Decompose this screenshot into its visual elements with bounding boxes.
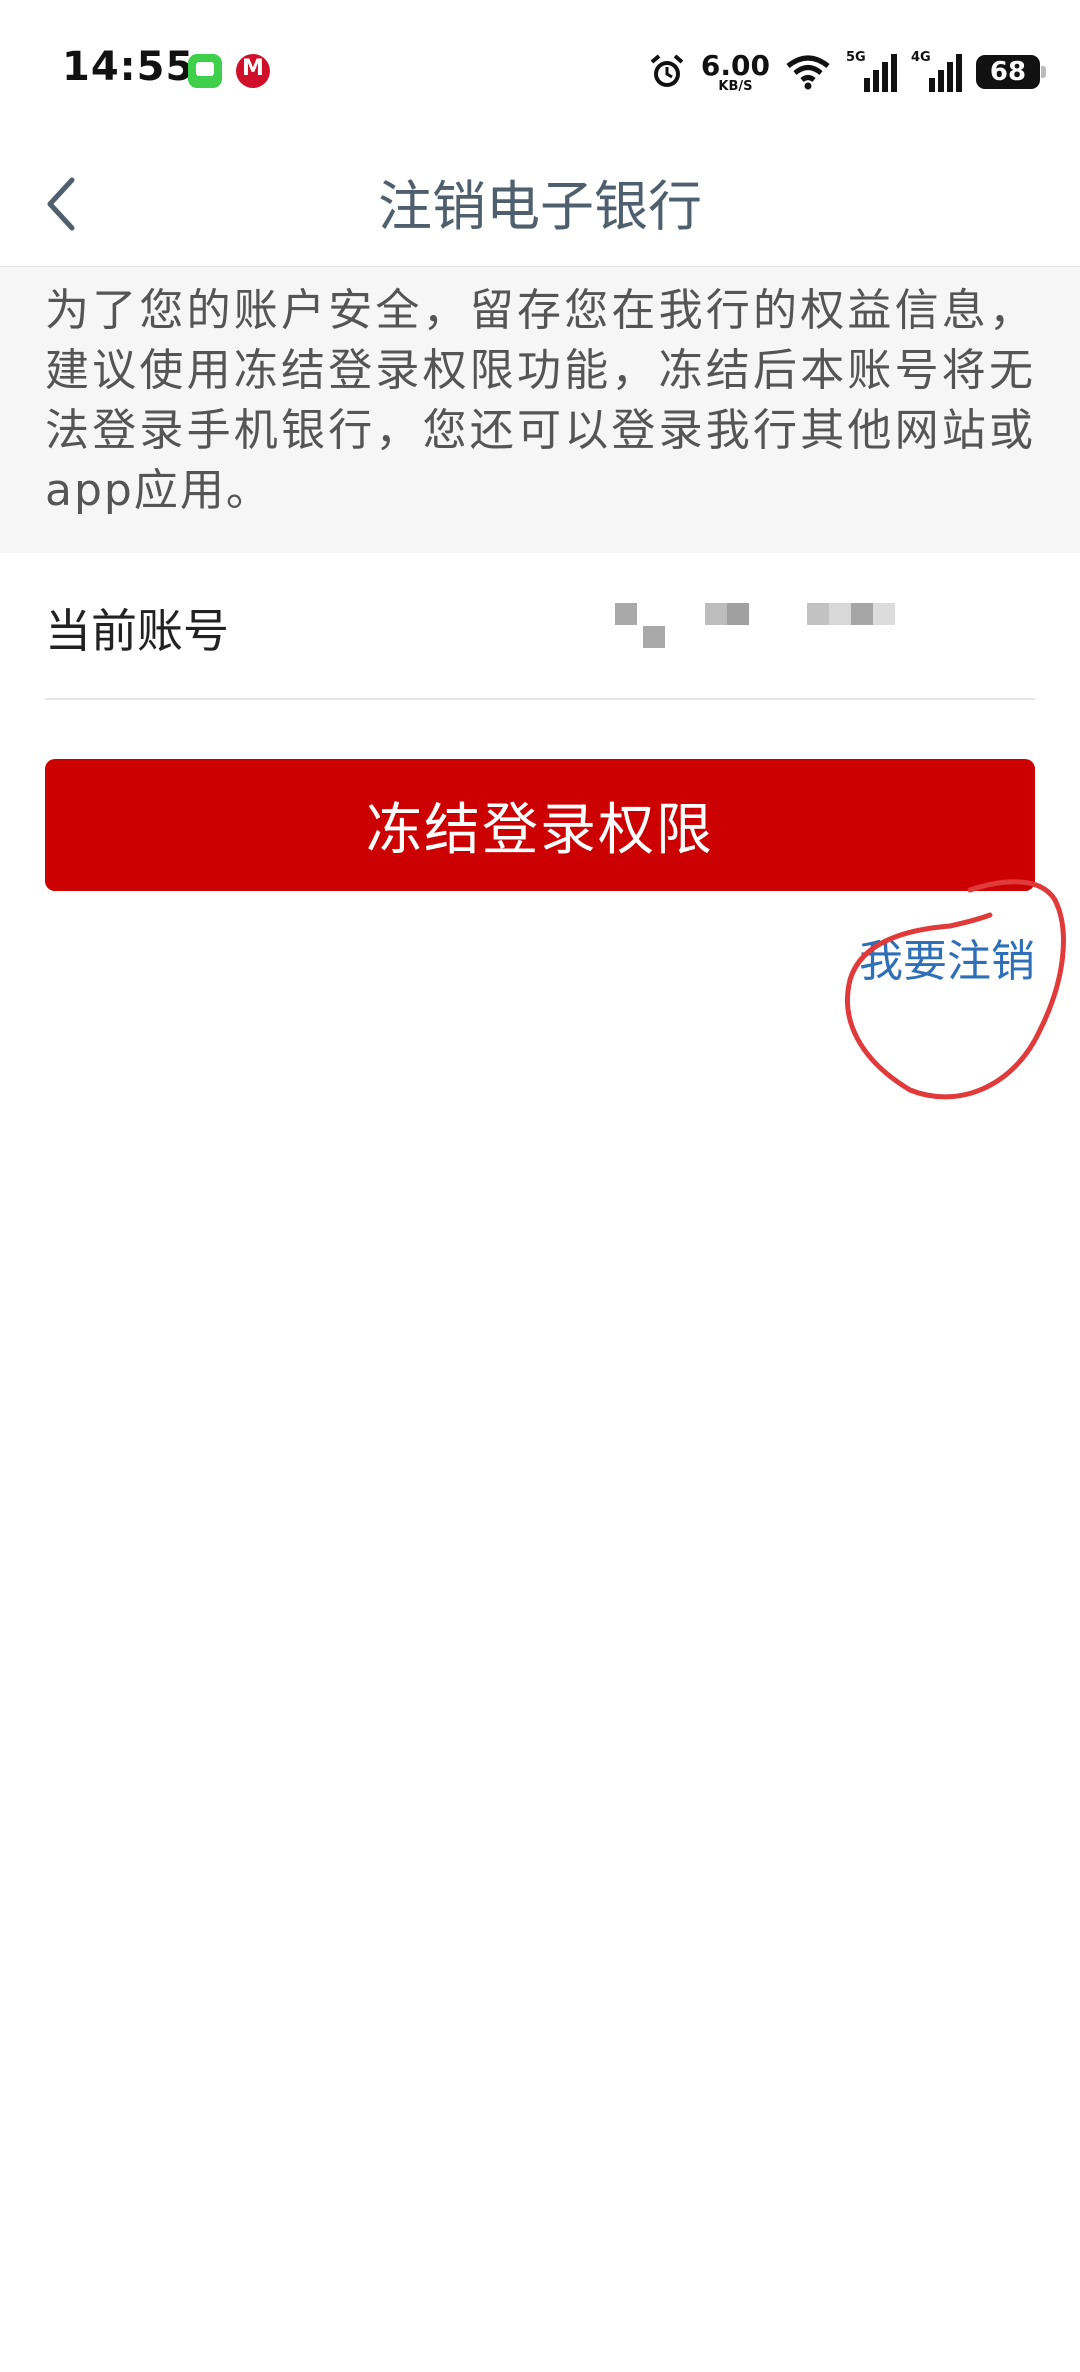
nav-bar: 注销电子银行 (0, 140, 1080, 267)
account-label: 当前账号 (45, 604, 229, 658)
signal-icon-5g: 5G (846, 50, 897, 92)
account-row: 当前账号 (45, 553, 1035, 700)
cancel-account-link[interactable]: 我要注销 (859, 925, 1035, 989)
alarm-icon (650, 54, 684, 87)
notice-text: 为了您的账户安全，留存您在我行的权益信息，建议使用冻结登录权限功能，冻结后本账号… (45, 285, 1035, 516)
status-time: 14:55 (62, 44, 195, 90)
account-number-masked (615, 598, 1035, 678)
bank-app-icon (236, 54, 270, 88)
signal-4g-tag: 4G (911, 50, 931, 65)
status-bar: 14:55 6.00 KB/S 5G 4G 68 (0, 0, 1080, 140)
status-indicators: 6.00 KB/S 5G 4G 68 (647, 44, 1046, 100)
battery-level: 68 (989, 57, 1027, 87)
page-title: 注销电子银行 (378, 175, 702, 238)
freeze-login-button[interactable]: 冻结登录权限 (45, 759, 1035, 891)
messages-app-icon (188, 54, 222, 88)
notice-panel: 为了您的账户安全，留存您在我行的权益信息，建议使用冻结登录权限功能，冻结后本账号… (0, 267, 1080, 553)
wifi-icon (786, 55, 830, 90)
net-speed: 6.00 KB/S (700, 48, 770, 94)
net-speed-value: 6.00 (700, 48, 770, 82)
battery-icon: 68 (976, 55, 1046, 89)
signal-icon-4g: 4G (911, 50, 962, 92)
signal-5g-tag: 5G (846, 50, 866, 65)
net-speed-unit: KB/S (718, 78, 753, 94)
